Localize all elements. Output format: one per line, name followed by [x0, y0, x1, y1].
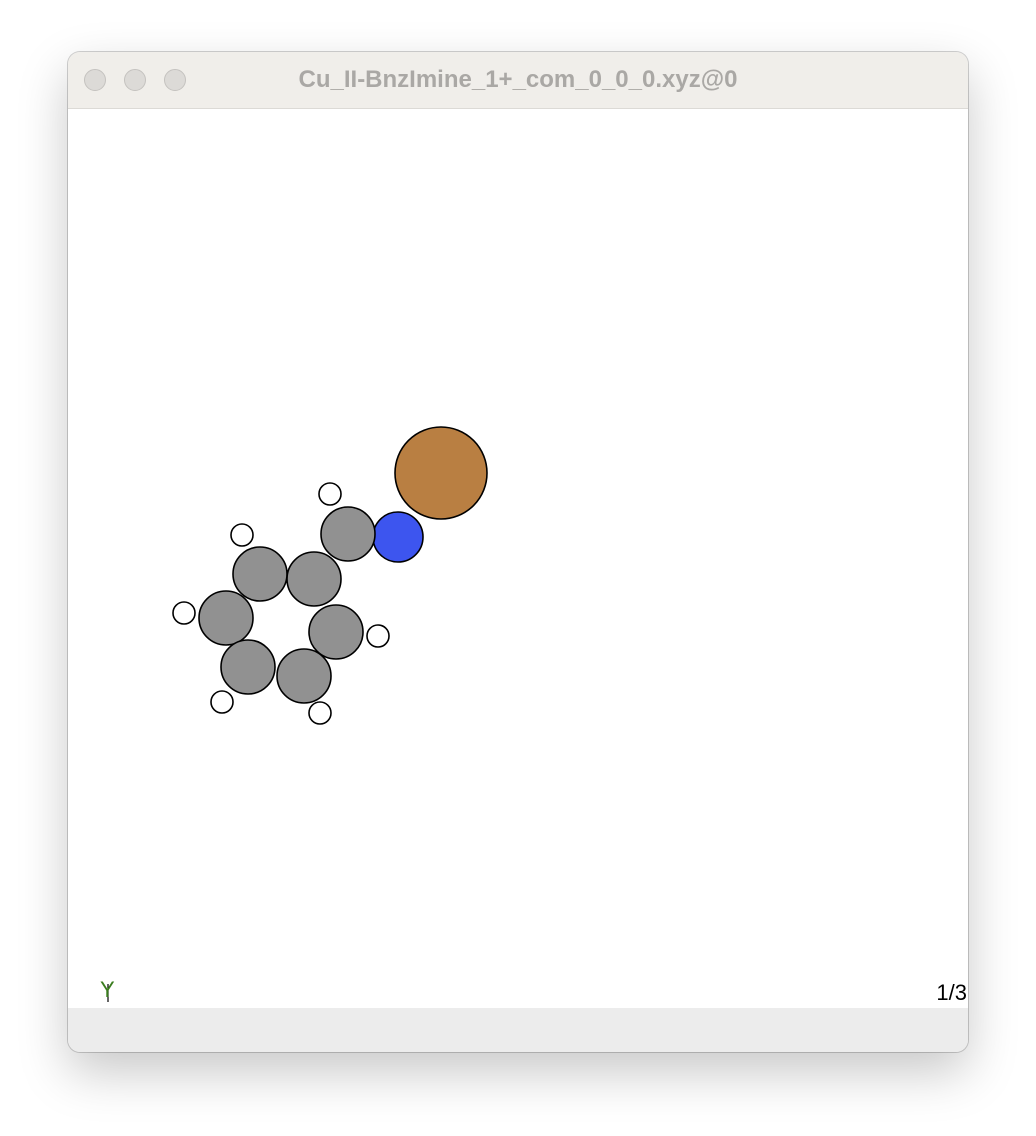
atom-h[interactable]: [308, 701, 332, 725]
atom-layer: [172, 426, 488, 725]
atom-c[interactable]: [286, 551, 342, 607]
atom-c[interactable]: [198, 590, 254, 646]
atom-c[interactable]: [308, 604, 364, 660]
atom-c[interactable]: [220, 639, 276, 695]
viewer-window: Cu_II-BnzImine_1+_com_0_0_0.xyz@0 Y Z X …: [68, 52, 968, 1052]
molecule-view[interactable]: Y Z X: [68, 109, 968, 1008]
axis-indicator: Y Z X: [100, 977, 115, 1002]
window-title: Cu_II-BnzImine_1+_com_0_0_0.xyz@0: [298, 66, 738, 93]
atom-n[interactable]: [372, 511, 424, 563]
atom-c[interactable]: [320, 506, 376, 562]
molecule-canvas[interactable]: Y Z X 1/3: [68, 109, 968, 1008]
atom-c[interactable]: [232, 546, 288, 602]
atom-h[interactable]: [210, 690, 234, 714]
atom-h[interactable]: [318, 482, 342, 506]
title-bar[interactable]: Cu_II-BnzImine_1+_com_0_0_0.xyz@0: [68, 52, 968, 109]
status-bar: [68, 1008, 968, 1052]
atom-h[interactable]: [172, 601, 196, 625]
atom-h[interactable]: [230, 523, 254, 547]
atom-c[interactable]: [276, 648, 332, 704]
atom-h[interactable]: [366, 624, 390, 648]
axis-y-label: Y: [100, 977, 115, 1002]
atom-cu[interactable]: [394, 426, 488, 520]
frame-counter: 1/3: [936, 980, 967, 1005]
